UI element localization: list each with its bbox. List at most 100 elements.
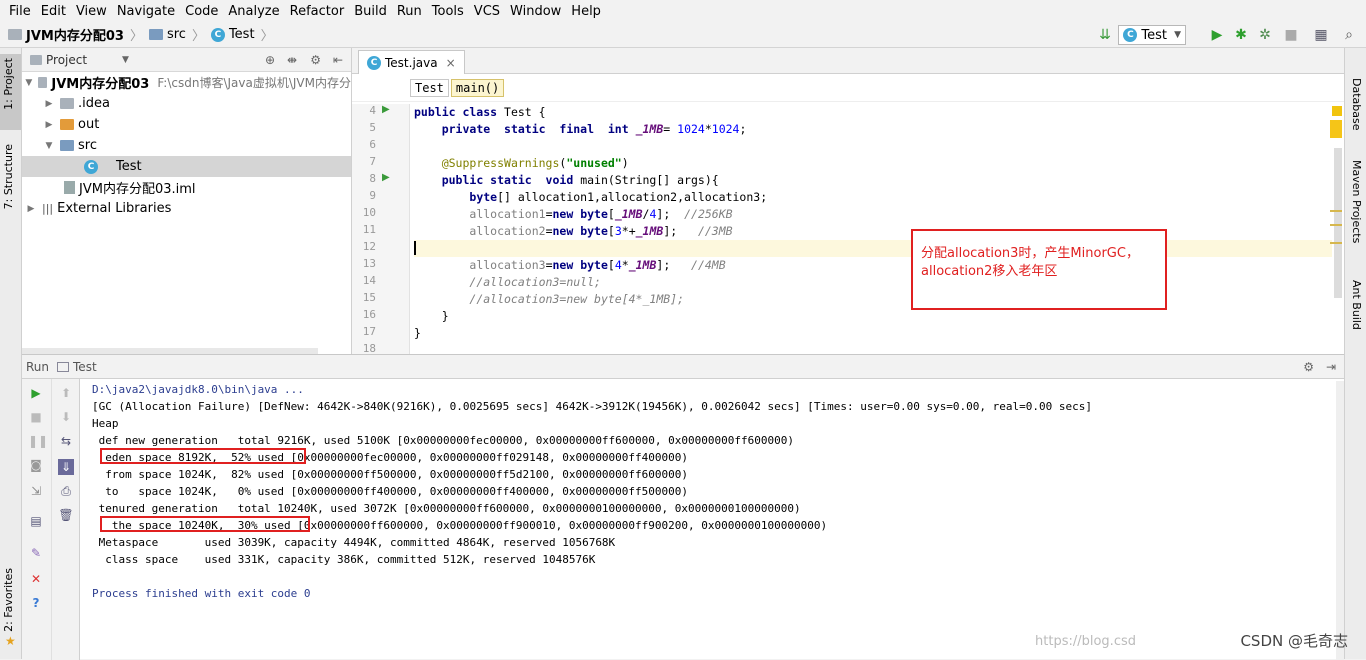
- run-panel-header: Run Test ⚙ ⇥: [22, 355, 1344, 379]
- crumb-class[interactable]: Test: [410, 79, 449, 97]
- console-line: D:\java2\javajdk8.0\bin\java ...: [92, 381, 1332, 398]
- vertical-scrollbar[interactable]: [1336, 381, 1344, 660]
- stop-icon[interactable]: ■: [1282, 26, 1300, 44]
- run-configuration-select[interactable]: C Test ▼: [1118, 25, 1186, 45]
- tree-item-src[interactable]: ▼ src: [22, 135, 351, 156]
- collapse-icon[interactable]: ⇼: [287, 53, 297, 67]
- rerun-icon[interactable]: ▶: [28, 385, 44, 401]
- login-icon[interactable]: ⇲: [28, 483, 44, 499]
- menu-build[interactable]: Build: [349, 4, 392, 19]
- tree-item-external-libraries[interactable]: ▶ ||| External Libraries: [22, 198, 351, 219]
- hide-icon[interactable]: ⇤: [333, 53, 343, 67]
- tree-item-out[interactable]: ▶ out: [22, 114, 351, 135]
- class-icon: C: [367, 56, 381, 70]
- menu-navigate[interactable]: Navigate: [112, 4, 180, 19]
- star-icon: ★: [5, 634, 16, 648]
- trash-icon[interactable]: 🗑: [58, 507, 74, 523]
- console-line: Metaspace used 3039K, capacity 4494K, co…: [92, 534, 1332, 551]
- tree-item-idea[interactable]: ▶ .idea: [22, 93, 351, 114]
- chevron-right-icon: ▶: [24, 204, 38, 214]
- hide-icon[interactable]: ⇥: [1326, 360, 1336, 374]
- menu-view[interactable]: View: [71, 4, 112, 19]
- project-structure-icon[interactable]: ▦: [1312, 26, 1330, 44]
- vertical-scrollbar[interactable]: [1334, 148, 1342, 298]
- code-area[interactable]: public class Test { private static final…: [414, 104, 1334, 354]
- build-icon[interactable]: ⇊: [1096, 26, 1114, 44]
- menu-tools[interactable]: Tools: [427, 4, 469, 19]
- menu-file[interactable]: File: [4, 4, 36, 19]
- editor-breadcrumb: Test main(): [352, 74, 1344, 102]
- console-line: from space 1024K, 82% used [0x00000000ff…: [92, 466, 1332, 483]
- line-number: 14: [352, 274, 376, 287]
- line-number: 17: [352, 325, 376, 338]
- pause-icon[interactable]: ❚❚: [28, 433, 44, 449]
- arrow-up-icon[interactable]: ⬆: [58, 385, 74, 401]
- folder-icon: [60, 119, 74, 130]
- arrow-down-icon[interactable]: ⬇: [58, 409, 74, 425]
- chevron-right-icon: ▶: [42, 120, 56, 130]
- tab-test-java[interactable]: C Test.java ×: [358, 50, 465, 74]
- run-gutter-icon[interactable]: ▶: [382, 172, 390, 183]
- scroll-to-end-icon[interactable]: ⇓: [58, 459, 74, 475]
- breadcrumb-src[interactable]: src〉: [149, 25, 205, 44]
- coverage-icon[interactable]: ✲: [1256, 26, 1274, 44]
- chevron-down-icon[interactable]: ▼: [122, 55, 129, 65]
- gear-icon[interactable]: ⚙: [1303, 360, 1314, 374]
- tree-item-test[interactable]: C Test: [22, 156, 351, 177]
- code-line: [414, 240, 423, 257]
- menu-edit[interactable]: Edit: [36, 4, 71, 19]
- menu-vcs[interactable]: VCS: [469, 4, 505, 19]
- project-panel: Project ▼ ⊕ ⇼ ⚙ ⇤ ▼ JVM内存分配03 F:\csdn博客\…: [22, 48, 352, 354]
- class-icon: C: [84, 160, 98, 174]
- console-line: [92, 568, 1332, 585]
- menu-help[interactable]: Help: [566, 4, 606, 19]
- close-icon[interactable]: ×: [446, 56, 456, 70]
- help-icon[interactable]: ?: [28, 595, 44, 611]
- run-gutter-icon[interactable]: ▶: [382, 104, 390, 115]
- editor-panel: C Test.java × Test main() 4 ▶ 5 6 7 8 ▶ …: [352, 48, 1344, 354]
- class-icon: C: [1123, 28, 1137, 42]
- gear-icon[interactable]: ⚙: [310, 53, 321, 67]
- tab-database[interactable]: Database: [1350, 78, 1363, 131]
- layout-icon[interactable]: ▤: [28, 513, 44, 529]
- highlight-box-eden: [100, 448, 306, 464]
- tab-maven-projects[interactable]: Maven Projects: [1350, 160, 1363, 243]
- breadcrumb-file[interactable]: C Test〉: [211, 25, 274, 44]
- breadcrumb-project[interactable]: JVM内存分配03〉: [8, 25, 143, 44]
- tree-item-iml[interactable]: JVM内存分配03.iml: [22, 177, 351, 198]
- tab-favorites[interactable]: 2: Favorites: [2, 568, 15, 632]
- line-number: 4: [352, 104, 376, 117]
- stop-icon[interactable]: ■: [28, 409, 44, 425]
- soft-wrap-icon[interactable]: ⇆: [58, 433, 74, 449]
- menu-code[interactable]: Code: [180, 4, 223, 19]
- run-tab-test[interactable]: Test: [73, 360, 97, 374]
- sync-icon[interactable]: ⊕: [265, 53, 275, 67]
- print-icon[interactable]: ⎙: [58, 483, 74, 499]
- crumb-method[interactable]: main(): [451, 79, 504, 97]
- code-line: allocation2=new byte[3*+_1MB]; //3MB: [414, 223, 733, 240]
- tree-root[interactable]: ▼ JVM内存分配03 F:\csdn博客\Java虚拟机\JVM内存分: [22, 72, 351, 93]
- tab-structure[interactable]: 7: Structure: [2, 144, 15, 209]
- run-icon[interactable]: ▶: [1208, 26, 1226, 44]
- annotation-callout: 分配allocation3时，产生MinorGC，allocation2移入老年…: [911, 229, 1167, 310]
- chevron-down-icon: ▼: [24, 78, 34, 88]
- warning-marker[interactable]: [1330, 120, 1342, 138]
- warning-marker[interactable]: [1332, 106, 1342, 116]
- search-icon[interactable]: ⌕: [1340, 26, 1358, 44]
- editor-tab-bar: C Test.java ×: [352, 48, 1344, 74]
- camera-icon[interactable]: ◙: [28, 457, 44, 473]
- close-icon[interactable]: ✕: [28, 571, 44, 587]
- code-line: byte[] allocation1,allocation2,allocatio…: [414, 189, 767, 206]
- tab-project[interactable]: 1: Project: [2, 58, 15, 110]
- project-icon: [30, 55, 42, 65]
- menu-window[interactable]: Window: [505, 4, 566, 19]
- line-number: 7: [352, 155, 376, 168]
- console-output[interactable]: D:\java2\javajdk8.0\bin\java ... [GC (Al…: [92, 381, 1332, 602]
- menu-run[interactable]: Run: [392, 4, 427, 19]
- debug-icon[interactable]: ✱: [1232, 26, 1250, 44]
- tab-ant-build[interactable]: Ant Build: [1350, 280, 1363, 330]
- menu-refactor[interactable]: Refactor: [285, 4, 350, 19]
- pin-icon[interactable]: ✎: [28, 545, 44, 561]
- right-tool-strip: Database Maven Projects Ant Build: [1344, 48, 1366, 659]
- menu-analyze[interactable]: Analyze: [223, 4, 284, 19]
